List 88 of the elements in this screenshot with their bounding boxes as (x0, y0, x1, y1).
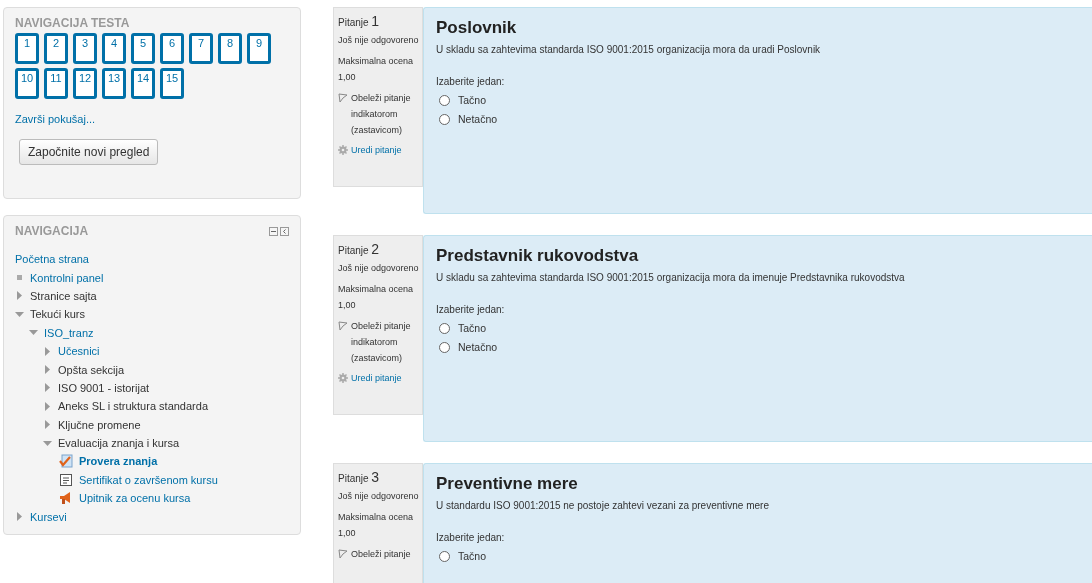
answer-label[interactable]: Tačno (458, 322, 487, 334)
radio-button[interactable] (439, 550, 450, 562)
edit-question-link[interactable]: Uredi pitanje (351, 373, 402, 383)
question-button[interactable]: 9 (247, 33, 271, 64)
question-button[interactable]: 13 (102, 68, 126, 99)
flag-icon[interactable] (338, 321, 348, 331)
question-button[interactable]: 14 (131, 68, 155, 99)
navigation-item[interactable]: ISO 9001 - istorijat (58, 381, 150, 394)
flag-icon[interactable] (338, 93, 348, 103)
bullet-icon (15, 273, 24, 283)
maximum-grade: Maksimalna ocena 1,00 (338, 511, 415, 540)
question-number: Pitanje 3 (338, 469, 381, 485)
expand-arrow-icon[interactable] (43, 420, 52, 430)
navigation-item[interactable]: Sertifikat o završenom kursu (79, 473, 218, 486)
question-text: U standardu ISO 9001:2015 ne postoje zahtevi vezani za preventivne mere (436, 500, 770, 511)
checkmark-document-icon (59, 454, 73, 469)
question-state: Još nije odgovoreno (338, 262, 418, 275)
question-button[interactable]: 7 (189, 33, 213, 64)
radio-button[interactable] (439, 113, 450, 125)
navigation-item[interactable]: Kursevi (30, 510, 67, 523)
radio-button[interactable] (439, 341, 450, 353)
expand-arrow-icon[interactable] (43, 365, 52, 375)
navigation-item[interactable]: Tekući kurs (30, 308, 86, 321)
settings-icon (338, 373, 348, 383)
question-button[interactable]: 3 (73, 33, 97, 64)
navigation-item[interactable]: Aneks SL i struktura standarda (58, 400, 208, 413)
navigation-item[interactable]: Početna strana (15, 253, 89, 266)
radio-button[interactable] (439, 322, 450, 334)
question-title: Predstavnik rukovodstva (436, 246, 640, 266)
question-button[interactable]: 2 (44, 33, 68, 64)
collapse-arrow-icon[interactable] (43, 438, 52, 448)
navigation-item[interactable]: Ključne promene (58, 418, 141, 431)
navigation-item[interactable]: Opšta sekcija (58, 363, 125, 376)
panel-title: NAVIGACIJA (15, 224, 89, 238)
start-preview-button[interactable]: Započnite novi pregled (19, 139, 159, 165)
navigation-item[interactable]: Učesnici (58, 345, 100, 358)
question-button[interactable]: 5 (131, 33, 155, 64)
question-state: Još nije odgovoreno (338, 490, 418, 503)
radio-button[interactable] (439, 94, 450, 106)
collapse-arrow-icon[interactable] (29, 328, 38, 338)
megaphone-icon (59, 491, 73, 506)
question-button[interactable]: 10 (15, 68, 39, 99)
navigation-item[interactable]: ISO_tranz (44, 326, 94, 339)
navigation-item[interactable]: Upitnik za ocenu kursa (79, 492, 191, 505)
answer-prompt: Izaberite jedan: (436, 76, 506, 87)
panel-title: NAVIGACIJA TESTA (15, 16, 131, 30)
question-title: Poslovnik (436, 18, 518, 38)
question-button[interactable]: 6 (160, 33, 184, 64)
answer-label[interactable]: Tačno (458, 550, 487, 562)
flag-question-link[interactable]: Obeleži pitanje indikatorom (zastavicom) (351, 318, 418, 366)
flag-question-link[interactable]: Obeleži pitanje indikatorom (zastavicom) (351, 90, 418, 138)
flag-icon[interactable] (338, 549, 348, 559)
settings-icon (338, 145, 348, 155)
question-button[interactable]: 11 (44, 68, 68, 99)
answer-label[interactable]: Tačno (458, 94, 487, 106)
question-state: Još nije odgovoreno (338, 34, 418, 47)
answer-label[interactable]: Netačno (458, 113, 498, 125)
expand-arrow-icon[interactable] (43, 383, 52, 393)
question-button[interactable]: 15 (160, 68, 184, 99)
flag-question-link[interactable]: Obeleži pitanje (351, 546, 411, 562)
navigation-item[interactable]: Kontrolni panel (30, 271, 104, 284)
expand-arrow-icon[interactable] (15, 512, 24, 522)
dock-icon[interactable] (280, 226, 289, 236)
answer-prompt: Izaberite jedan: (436, 304, 506, 315)
answer-label[interactable]: Netačno (458, 341, 498, 353)
edit-question-link[interactable]: Uredi pitanje (351, 145, 402, 155)
question-button[interactable]: 1 (15, 33, 39, 64)
expand-arrow-icon[interactable] (43, 401, 52, 411)
maximum-grade: Maksimalna ocena 1,00 (338, 283, 415, 312)
question-button[interactable]: 4 (102, 33, 126, 64)
question-title: Preventivne mere (436, 474, 579, 494)
question-number: Pitanje 1 (338, 13, 381, 29)
finish-attempt-link[interactable]: Završi pokušaj... (15, 113, 96, 125)
question-number: Pitanje 2 (338, 241, 381, 257)
collapse-arrow-icon[interactable] (15, 309, 24, 319)
navigation-item[interactable]: Stranice sajta (30, 289, 97, 302)
expand-arrow-icon[interactable] (15, 291, 24, 301)
question-text: U skladu sa zahtevima standarda ISO 9001:2015 organizacija mora da imenuje Predstavnika rukovodstva (436, 272, 906, 283)
answer-prompt: Izaberite jedan: (436, 532, 506, 543)
navigation-item[interactable]: Provera znanja (79, 455, 158, 468)
navigation-item[interactable]: Evaluacija znanja i kursa (58, 437, 180, 450)
document-icon (59, 472, 73, 487)
expand-arrow-icon[interactable] (43, 346, 52, 356)
question-button[interactable]: 8 (218, 33, 242, 64)
question-button[interactable]: 12 (73, 68, 97, 99)
question-text: U skladu sa zahtevima standarda ISO 9001:2015 organizacija mora da uradi Poslovnik (436, 44, 822, 55)
maximum-grade: Maksimalna ocena 1,00 (338, 55, 415, 84)
minimize-icon[interactable] (269, 226, 278, 236)
